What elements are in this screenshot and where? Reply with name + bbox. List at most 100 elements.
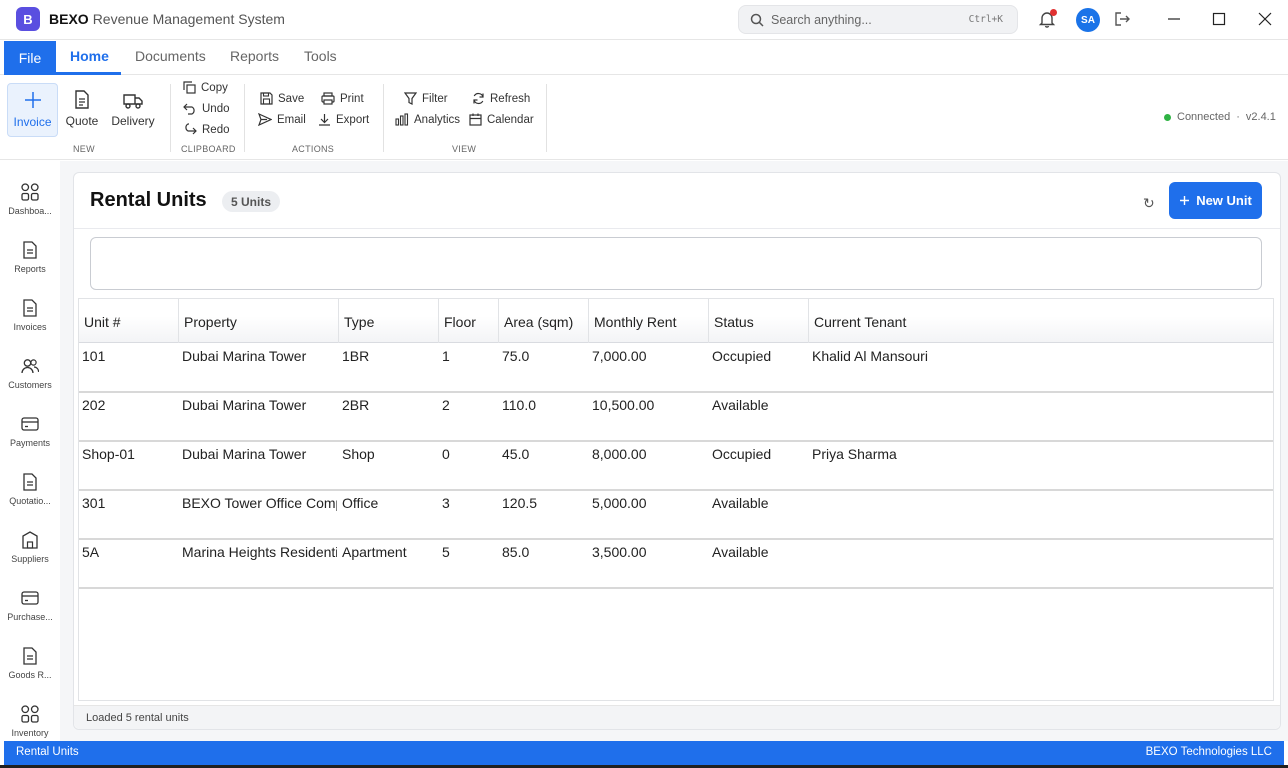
refresh-button[interactable]: Refresh xyxy=(472,92,530,105)
tab-tools[interactable]: Tools xyxy=(304,48,337,64)
close-button[interactable] xyxy=(1255,9,1275,29)
new-unit-button[interactable]: New Unit xyxy=(1169,182,1262,219)
minimize-button[interactable] xyxy=(1164,9,1184,29)
column-header-property[interactable]: Property xyxy=(179,299,339,343)
sidebar-item-quotations[interactable]: Quotatio... xyxy=(0,459,60,517)
table-row[interactable]: 5A Marina Heights Residenti Apartment 5 … xyxy=(79,540,1273,589)
refresh-label: Refresh xyxy=(490,92,531,105)
cell-area: 75.0 xyxy=(502,348,530,364)
tab-reports[interactable]: Reports xyxy=(230,48,279,64)
global-search[interactable]: Ctrl+K xyxy=(738,5,1018,34)
calendar-button[interactable]: Calendar xyxy=(469,113,534,126)
save-icon xyxy=(260,92,273,105)
sidebar-item-customers[interactable]: Customers xyxy=(0,343,60,401)
column-header-area[interactable]: Area (sqm) xyxy=(499,299,589,343)
search-input[interactable] xyxy=(771,12,951,28)
undo-label: Undo xyxy=(202,102,230,115)
group-label-clipboard: CLIPBOARD xyxy=(181,144,236,154)
copy-button[interactable]: Copy xyxy=(183,81,228,94)
document-icon xyxy=(23,297,37,319)
redo-button[interactable]: Redo xyxy=(183,123,230,136)
new-invoice-button[interactable]: Invoice xyxy=(7,83,58,137)
tab-home[interactable]: Home xyxy=(70,48,109,64)
column-header-monthly-rent[interactable]: Monthly Rent xyxy=(589,299,709,343)
redo-label: Redo xyxy=(202,123,230,136)
table-row[interactable]: 101 Dubai Marina Tower 1BR 1 75.0 7,000.… xyxy=(79,344,1273,393)
print-button[interactable]: Print xyxy=(321,92,364,105)
sidebar-item-label: Purchase... xyxy=(7,612,53,622)
export-button[interactable]: Export xyxy=(318,113,369,126)
menu-bar: File Home Documents Reports Tools xyxy=(0,40,1288,75)
maximize-button[interactable] xyxy=(1209,9,1229,29)
status-dot xyxy=(1164,113,1171,121)
sidebar: Dashboa... Reports Invoices Customers Pa… xyxy=(0,161,60,741)
undo-button[interactable]: Undo xyxy=(183,102,230,115)
group-label-view: VIEW xyxy=(452,144,477,154)
ribbon-divider xyxy=(244,84,245,152)
column-header-status[interactable]: Status xyxy=(709,299,809,343)
sidebar-item-label: Suppliers xyxy=(11,554,49,564)
filter-input[interactable] xyxy=(90,237,1262,290)
app-title: BEXO Revenue Management System xyxy=(49,11,285,27)
title-bar: B BEXORevenue Management System Ctrl+K S… xyxy=(0,0,1288,40)
logout-button[interactable] xyxy=(1112,9,1132,29)
cell-floor: 5 xyxy=(442,544,450,560)
print-label: Print xyxy=(340,92,364,105)
sidebar-item-purchase[interactable]: Purchase... xyxy=(0,575,60,633)
save-button[interactable]: Save xyxy=(260,92,304,105)
column-header-type[interactable]: Type xyxy=(339,299,439,343)
document-icon xyxy=(74,83,90,109)
sidebar-item-dashboard[interactable]: Dashboa... xyxy=(0,169,60,227)
brand-name: BEXO xyxy=(49,11,89,27)
avatar[interactable]: SA xyxy=(1076,8,1100,32)
cell-status: Occupied xyxy=(712,446,772,462)
sidebar-item-reports[interactable]: Reports xyxy=(0,227,60,285)
cell-area: 110.0 xyxy=(502,397,536,413)
new-delivery-button[interactable]: Delivery xyxy=(111,83,155,137)
column-header-unit[interactable]: Unit # xyxy=(79,299,179,343)
cell-floor: 1 xyxy=(442,348,450,364)
cell-monthly-rent: 3,500.00 xyxy=(592,544,647,560)
ribbon-divider xyxy=(546,84,547,152)
refresh-icon xyxy=(473,92,484,105)
sidebar-item-goods-receipt[interactable]: Goods R... xyxy=(0,633,60,691)
cell-property: Dubai Marina Tower xyxy=(182,446,307,462)
tab-documents[interactable]: Documents xyxy=(135,48,206,64)
cell-unit: 202 xyxy=(82,397,106,413)
sidebar-item-label: Customers xyxy=(8,380,52,390)
email-button[interactable]: Email xyxy=(258,113,306,126)
sidebar-item-label: Dashboa... xyxy=(8,206,52,216)
table-row[interactable]: 202 Dubai Marina Tower 2BR 2 110.0 10,50… xyxy=(79,393,1273,442)
sidebar-item-label: Quotatio... xyxy=(9,496,51,506)
table-row[interactable]: Shop-01 Dubai Marina Tower Shop 0 45.0 8… xyxy=(79,442,1273,491)
sidebar-item-invoices[interactable]: Invoices xyxy=(0,285,60,343)
app-logo: B xyxy=(16,7,40,31)
table-footer: Loaded 5 rental units xyxy=(74,705,1280,729)
column-header-floor[interactable]: Floor xyxy=(439,299,499,343)
dashboard-icon xyxy=(21,181,39,203)
sidebar-item-label: Payments xyxy=(9,438,51,448)
active-tab-indicator xyxy=(56,72,121,75)
logout-icon xyxy=(1115,12,1130,26)
notifications-button[interactable] xyxy=(1036,8,1058,30)
divider xyxy=(74,228,1280,229)
invoice-label: Invoice xyxy=(13,115,52,129)
cell-unit: Shop-01 xyxy=(82,446,135,462)
sidebar-item-label: Invoices xyxy=(13,322,47,332)
sidebar-item-label: Inventory xyxy=(11,728,49,738)
sidebar-item-payments[interactable]: Payments xyxy=(0,401,60,459)
cell-status: Available xyxy=(712,544,769,560)
document-icon xyxy=(23,645,37,667)
new-quote-button[interactable]: Quote xyxy=(64,83,100,137)
cell-unit: 101 xyxy=(82,348,106,364)
file-menu-button[interactable]: File xyxy=(4,41,56,75)
footer-status-text: Loaded 5 rental units xyxy=(86,712,189,724)
analytics-button[interactable]: Analytics xyxy=(395,113,460,126)
refresh-icon[interactable]: ↻ xyxy=(1143,195,1155,212)
column-header-current-tenant[interactable]: Current Tenant xyxy=(809,299,1273,343)
search-shortcut: Ctrl+K xyxy=(968,14,1003,25)
sidebar-item-suppliers[interactable]: Suppliers xyxy=(0,517,60,575)
filter-button[interactable]: Filter xyxy=(404,92,448,105)
table-row[interactable]: 301 BEXO Tower Office Comp Office 3 120.… xyxy=(79,491,1273,540)
document-icon xyxy=(23,239,37,261)
